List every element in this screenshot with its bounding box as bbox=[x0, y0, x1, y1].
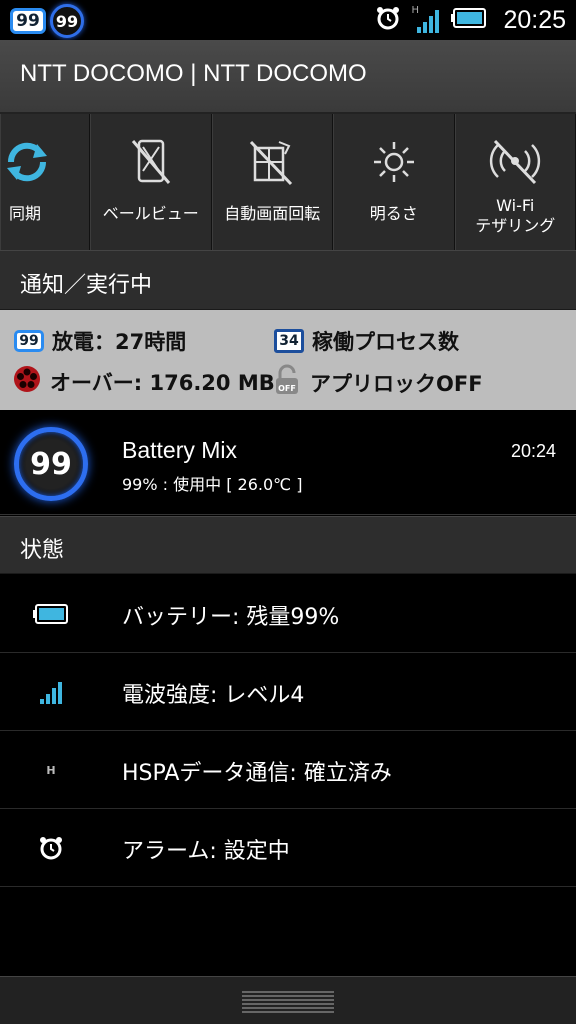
status-alarm-text: アラーム: 設定中 bbox=[122, 839, 290, 864]
drawer-bottom-bar bbox=[0, 976, 576, 1024]
auto-rotate-icon bbox=[242, 136, 302, 188]
status-header-title: 状態 bbox=[20, 538, 65, 563]
memory-flower-icon bbox=[12, 364, 42, 399]
toggle-brightness[interactable]: 明るさ bbox=[333, 114, 455, 250]
hspa-icon-letter: H bbox=[46, 763, 56, 777]
notification-time: 20:24 bbox=[510, 441, 556, 461]
toggle-veil-view-label: ベールビュー bbox=[102, 204, 199, 223]
status-hspa-text: HSPAデータ通信: 確立済み bbox=[122, 761, 392, 786]
discharge-info: 99 放電：27時間 bbox=[14, 326, 186, 356]
toggle-wifi-label-line2: テザリング bbox=[475, 216, 556, 235]
status-row-battery[interactable]: バッテリー: 残量99% bbox=[0, 575, 576, 653]
applock-text: アプリロックOFF bbox=[310, 371, 483, 396]
quick-settings-panel: 同期 ベールビュー 自動画面回転 明るさ Wi-Fi テザリング bbox=[0, 114, 576, 250]
alarm-icon bbox=[30, 831, 72, 865]
toggle-auto-rotate[interactable]: 自動画面回転 bbox=[211, 114, 333, 250]
battery-icon bbox=[451, 7, 487, 33]
notifications-header: 通知／実行中 bbox=[0, 250, 576, 310]
notification-subtitle: 99% : 使用中 [ 26.0℃ ] bbox=[122, 475, 303, 494]
status-row-signal[interactable]: 電波強度: レベル4 bbox=[0, 653, 576, 731]
notifications-header-title: 通知／実行中 bbox=[20, 273, 153, 298]
toggle-wifi-tethering-label: Wi-Fi テザリング bbox=[456, 196, 576, 236]
svg-text:OFF: OFF bbox=[278, 384, 296, 393]
status-row-alarm[interactable]: アラーム: 設定中 bbox=[0, 809, 576, 887]
notification-title: Battery Mix bbox=[122, 437, 238, 463]
status-bar: 99 99 H 20:25 bbox=[0, 0, 576, 40]
toggle-brightness-label: 明るさ bbox=[369, 204, 418, 223]
toggle-sync-label: 同期 bbox=[9, 204, 42, 223]
battery-mix-square-icon: 99 bbox=[10, 8, 46, 34]
toggle-wifi-label-line1: Wi-Fi bbox=[496, 196, 535, 215]
sync-icon bbox=[0, 136, 57, 188]
alarm-icon bbox=[375, 5, 401, 35]
status-signal-text: 電波強度: レベル4 bbox=[122, 683, 305, 708]
battery-mix-small-icon: 99 bbox=[14, 330, 44, 352]
toggle-auto-rotate-label: 自動画面回転 bbox=[224, 204, 321, 223]
veil-view-icon bbox=[121, 136, 181, 188]
battery-mix-app-icon: 99 bbox=[14, 427, 88, 501]
signal-icon bbox=[30, 675, 72, 709]
carrier-title: NTT DOCOMO | NTT DOCOMO bbox=[20, 60, 367, 87]
status-row-hspa[interactable]: H HSPAデータ通信: 確立済み bbox=[0, 731, 576, 809]
process-info: 34 稼働プロセス数 bbox=[274, 326, 459, 356]
carrier-header: NTT DOCOMO | NTT DOCOMO bbox=[0, 40, 576, 114]
brightness-icon bbox=[364, 136, 424, 188]
battery-icon bbox=[30, 597, 72, 631]
applock-info: OFF アプリロックOFF bbox=[272, 364, 483, 401]
toggle-wifi-tethering[interactable]: Wi-Fi テザリング bbox=[454, 114, 576, 250]
status-header: 状態 bbox=[0, 516, 576, 574]
clock: 20:25 bbox=[503, 5, 566, 34]
notification-battery-mix[interactable]: 99 Battery Mix 99% : 使用中 [ 26.0℃ ] 20:24 bbox=[0, 411, 576, 515]
signal-icon: H bbox=[411, 5, 441, 35]
process-count-icon: 34 bbox=[274, 329, 304, 353]
wifi-tethering-icon bbox=[485, 136, 545, 188]
toggle-sync[interactable]: 同期 bbox=[0, 114, 90, 250]
drawer-drag-handle[interactable] bbox=[242, 991, 334, 1013]
battery-mix-round-icon: 99 bbox=[50, 4, 84, 38]
status-battery-text: バッテリー: 残量99% bbox=[122, 605, 340, 630]
hspa-icon: H bbox=[30, 753, 72, 787]
memory-over-text: オーバー: 176.20 MB bbox=[50, 370, 275, 395]
memory-over-info: オーバー: 176.20 MB bbox=[12, 364, 275, 399]
discharge-text: 放電：27時間 bbox=[52, 330, 187, 354]
toggle-veil-view[interactable]: ベールビュー bbox=[90, 114, 212, 250]
lock-off-icon: OFF bbox=[272, 364, 302, 401]
battery-mix-info-panel[interactable]: 99 放電：27時間 34 稼働プロセス数 オーバー: 176.20 MB OF… bbox=[0, 310, 576, 410]
process-count-text: 稼働プロセス数 bbox=[312, 330, 459, 354]
